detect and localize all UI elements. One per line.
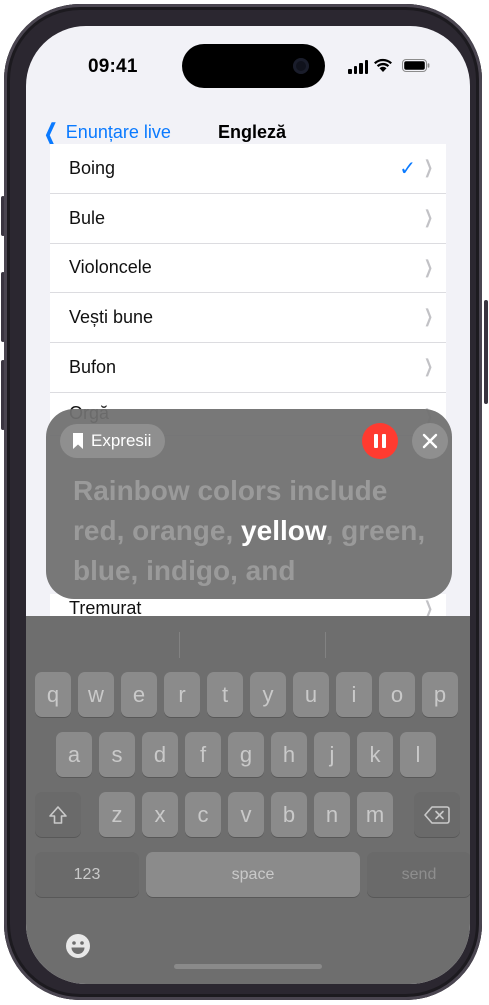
key-j[interactable]: j xyxy=(314,732,350,777)
key-m[interactable]: m xyxy=(357,792,393,837)
pause-button[interactable] xyxy=(362,423,398,459)
list-item-label: Vești bune xyxy=(69,307,154,328)
sound-list: Boing ✓ ❯ Bule ❯ Violoncele ❯ Vești bune… xyxy=(50,144,446,436)
status-bar: 09:41 xyxy=(26,26,470,116)
delete-icon xyxy=(424,805,450,824)
key-y[interactable]: y xyxy=(250,672,286,717)
list-item[interactable]: Boing ✓ ❯ xyxy=(50,144,446,194)
key-d[interactable]: d xyxy=(142,732,178,777)
chevron-right-icon: ❯ xyxy=(423,356,433,377)
key-x[interactable]: x xyxy=(142,792,178,837)
chevron-right-icon: ❯ xyxy=(423,157,433,177)
signal-icon xyxy=(348,60,368,74)
shift-key[interactable] xyxy=(35,792,81,837)
dynamic-island xyxy=(182,44,325,88)
chevron-right-icon: ❯ xyxy=(423,306,433,327)
key-l[interactable]: l xyxy=(400,732,436,777)
key-f[interactable]: f xyxy=(185,732,221,777)
key-p[interactable]: p xyxy=(422,672,458,717)
pause-icon xyxy=(382,434,386,448)
live-speech-panel: Expresii Rainbow colors include red, ora… xyxy=(46,409,452,599)
key-a[interactable]: a xyxy=(56,732,92,777)
back-button[interactable]: ❮ Enunțare live xyxy=(40,117,171,148)
key-e[interactable]: e xyxy=(121,672,157,717)
close-icon xyxy=(422,433,438,449)
key-q[interactable]: q xyxy=(35,672,71,717)
list-item-label: Bule xyxy=(69,207,106,228)
key-u[interactable]: u xyxy=(293,672,329,717)
front-camera xyxy=(293,58,309,74)
list-item-label: Boing xyxy=(69,157,116,178)
bookmark-icon xyxy=(73,433,83,449)
key-k[interactable]: k xyxy=(357,732,393,777)
numbers-key[interactable]: 123 xyxy=(35,852,139,897)
key-v[interactable]: v xyxy=(228,792,264,837)
list-item-label: Violoncele xyxy=(69,257,152,278)
power-button xyxy=(484,300,488,404)
key-w[interactable]: w xyxy=(78,672,114,717)
emoji-icon[interactable] xyxy=(64,932,92,960)
wifi-icon xyxy=(374,58,392,72)
key-b[interactable]: b xyxy=(271,792,307,837)
key-t[interactable]: t xyxy=(207,672,243,717)
pause-icon xyxy=(374,434,378,448)
chevron-right-icon: ❯ xyxy=(423,206,433,227)
predictive-text-bar xyxy=(26,624,470,668)
space-key[interactable]: space xyxy=(146,852,360,897)
chevron-left-icon: ❮ xyxy=(43,117,59,148)
divider xyxy=(325,632,326,658)
list-item[interactable]: Bufon ❯ xyxy=(50,343,446,393)
page-title: Engleză xyxy=(218,122,287,142)
key-s[interactable]: s xyxy=(99,732,135,777)
list-item[interactable]: Bule ❯ xyxy=(50,194,446,244)
close-button[interactable] xyxy=(412,423,448,459)
key-g[interactable]: g xyxy=(228,732,264,777)
chevron-right-icon: ❯ xyxy=(423,598,433,616)
screen: 09:41 ❮ Enunțare live Engleză Boing ✓ ❯ … xyxy=(26,26,470,984)
chevron-right-icon: ❯ xyxy=(423,256,433,277)
divider xyxy=(179,632,180,658)
send-key[interactable]: send xyxy=(367,852,470,897)
shift-icon xyxy=(49,805,67,824)
key-n[interactable]: n xyxy=(314,792,350,837)
key-o[interactable]: o xyxy=(379,672,415,717)
key-r[interactable]: r xyxy=(164,672,200,717)
phone-frame: 09:41 ❮ Enunțare live Engleză Boing ✓ ❯ … xyxy=(4,4,482,1000)
spoken-text-current: yellow xyxy=(241,515,326,546)
checkmark-icon: ✓ xyxy=(399,158,416,180)
list-item-label: Bufon xyxy=(69,357,117,378)
phrases-label: Expresii xyxy=(91,431,152,450)
back-button-label: Enunțare live xyxy=(65,122,171,142)
battery-icon xyxy=(402,59,430,72)
key-c[interactable]: c xyxy=(185,792,221,837)
list-item[interactable]: Violoncele ❯ xyxy=(50,244,446,294)
list-item[interactable]: Vești bune ❯ xyxy=(50,293,446,344)
key-z[interactable]: z xyxy=(99,792,135,837)
delete-key[interactable] xyxy=(414,792,460,837)
list-item-label: Tremurat xyxy=(69,598,142,616)
home-indicator xyxy=(174,964,322,969)
key-i[interactable]: i xyxy=(336,672,372,717)
spoken-text: Rainbow colors include red, orange, yell… xyxy=(73,471,443,595)
key-h[interactable]: h xyxy=(271,732,307,777)
phrases-button[interactable]: Expresii xyxy=(60,424,166,458)
status-time: 09:41 xyxy=(88,56,138,77)
